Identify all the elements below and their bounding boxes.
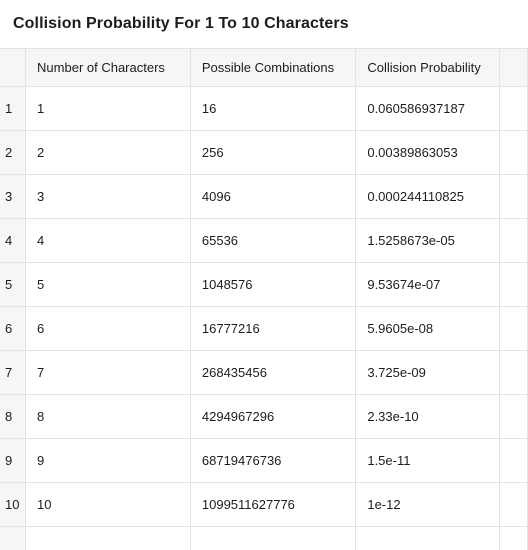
cell-empty[interactable] (499, 130, 528, 175)
cell-combinations[interactable]: 1099511627776 (190, 482, 357, 527)
cell-empty[interactable] (499, 262, 528, 307)
row-index-cell[interactable]: 9 (0, 438, 27, 483)
cell-combinations[interactable]: 16 (190, 86, 357, 131)
empty-cell (499, 526, 528, 550)
cell-empty[interactable] (499, 394, 528, 439)
cell-empty[interactable] (499, 306, 528, 351)
table-title: Collision Probability For 1 To 10 Charac… (13, 15, 349, 32)
table-row[interactable]: 9 9 68719476736 1.5e-11 (0, 438, 528, 483)
cell-characters[interactable]: 2 (25, 130, 191, 175)
data-grid: Number of Characters Possible Combinatio… (0, 48, 528, 550)
cell-empty[interactable] (499, 174, 528, 219)
cell-probability[interactable]: 9.53674e-07 (355, 262, 501, 307)
empty-cell (355, 526, 501, 550)
cell-empty[interactable] (499, 86, 528, 131)
cell-empty[interactable] (499, 350, 528, 395)
column-header-empty[interactable] (499, 48, 528, 87)
column-header-probability[interactable]: Collision Probability (355, 48, 501, 87)
cell-combinations[interactable]: 16777216 (190, 306, 357, 351)
cell-probability[interactable]: 3.725e-09 (355, 350, 501, 395)
row-index-cell[interactable]: 4 (0, 218, 27, 263)
cell-probability[interactable]: 1.5258673e-05 (355, 218, 501, 263)
empty-cell (0, 526, 27, 550)
row-index-cell[interactable]: 2 (0, 130, 27, 175)
cell-empty[interactable] (499, 482, 528, 527)
empty-row (0, 526, 528, 550)
title-bar: Collision Probability For 1 To 10 Charac… (0, 0, 528, 48)
cell-characters[interactable]: 4 (25, 218, 191, 263)
cell-characters[interactable]: 3 (25, 174, 191, 219)
row-index-cell[interactable]: 7 (0, 350, 27, 395)
table-row[interactable]: 7 7 268435456 3.725e-09 (0, 350, 528, 395)
cell-empty[interactable] (499, 218, 528, 263)
table-body: 1 1 16 0.060586937187 2 2 256 0.00389863053 3 3 40… (0, 86, 528, 550)
cell-probability[interactable]: 2.33e-10 (355, 394, 501, 439)
cell-combinations[interactable]: 268435456 (190, 350, 357, 395)
cell-combinations[interactable]: 1048576 (190, 262, 357, 307)
cell-combinations[interactable]: 68719476736 (190, 438, 357, 483)
table-row[interactable]: 5 5 1048576 9.53674e-07 (0, 262, 528, 307)
cell-combinations[interactable]: 4096 (190, 174, 357, 219)
cell-probability[interactable]: 0.00389863053 (355, 130, 501, 175)
cell-characters[interactable]: 1 (25, 86, 191, 131)
cell-characters[interactable]: 8 (25, 394, 191, 439)
cell-combinations[interactable]: 4294967296 (190, 394, 357, 439)
row-index-cell[interactable]: 6 (0, 306, 27, 351)
table-row[interactable]: 6 6 16777216 5.9605e-08 (0, 306, 528, 351)
cell-characters[interactable]: 6 (25, 306, 191, 351)
cell-combinations[interactable]: 256 (190, 130, 357, 175)
data-table: Number of Characters Possible Combinatio… (0, 48, 528, 550)
corner-cell (0, 48, 27, 87)
empty-cell (25, 526, 191, 550)
cell-characters[interactable]: 10 (25, 482, 191, 527)
row-index-cell[interactable]: 1 (0, 86, 27, 131)
empty-cell (190, 526, 357, 550)
table-row[interactable]: 2 2 256 0.00389863053 (0, 130, 528, 175)
cell-characters[interactable]: 7 (25, 350, 191, 395)
cell-probability[interactable]: 0.000244110825 (355, 174, 501, 219)
cell-probability[interactable]: 0.060586937187 (355, 86, 501, 131)
row-index-cell[interactable]: 10 (0, 482, 27, 527)
table-row[interactable]: 3 3 4096 0.000244110825 (0, 174, 528, 219)
cell-characters[interactable]: 5 (25, 262, 191, 307)
cell-probability[interactable]: 1e-12 (355, 482, 501, 527)
column-header-characters[interactable]: Number of Characters (25, 48, 191, 87)
column-header-combinations[interactable]: Possible Combinations (190, 48, 357, 87)
cell-empty[interactable] (499, 438, 528, 483)
row-index-cell[interactable]: 8 (0, 394, 27, 439)
row-index-cell[interactable]: 5 (0, 262, 27, 307)
table-row[interactable]: 10 10 1099511627776 1e-12 (0, 482, 528, 527)
cell-combinations[interactable]: 65536 (190, 218, 357, 263)
table-row[interactable]: 4 4 65536 1.5258673e-05 (0, 218, 528, 263)
header-row: Number of Characters Possible Combinatio… (0, 48, 528, 87)
cell-probability[interactable]: 5.9605e-08 (355, 306, 501, 351)
table-row[interactable]: 1 1 16 0.060586937187 (0, 86, 528, 131)
cell-characters[interactable]: 9 (25, 438, 191, 483)
row-index-cell[interactable]: 3 (0, 174, 27, 219)
cell-probability[interactable]: 1.5e-11 (355, 438, 501, 483)
table-row[interactable]: 8 8 4294967296 2.33e-10 (0, 394, 528, 439)
